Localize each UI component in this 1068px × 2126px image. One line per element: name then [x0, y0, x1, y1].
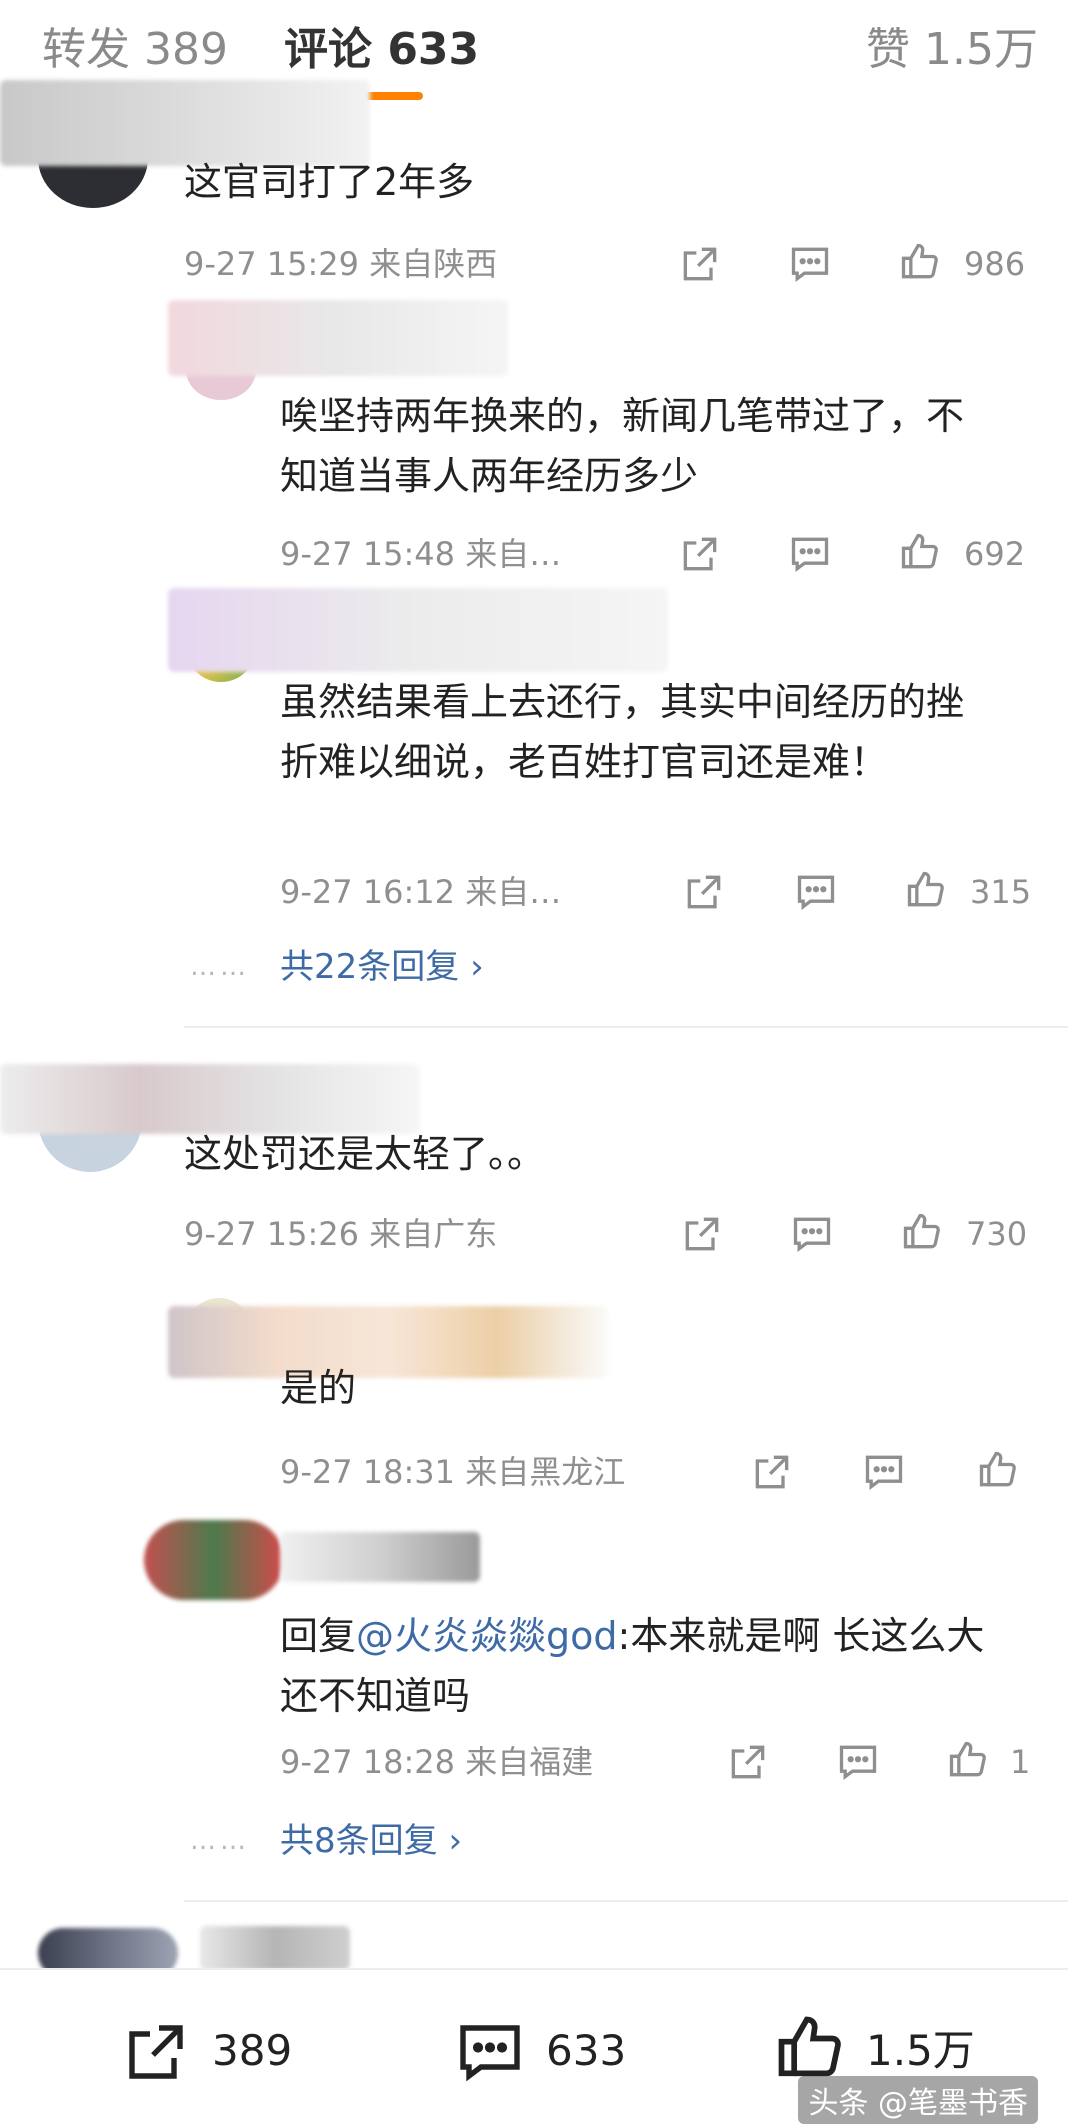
like-icon[interactable]	[904, 868, 948, 912]
like-icon[interactable]	[898, 240, 942, 284]
like-icon[interactable]	[898, 530, 942, 574]
more-dots: ……	[190, 952, 250, 982]
reply-text: 是的	[280, 1366, 357, 1410]
share-icon[interactable]	[682, 870, 726, 914]
like-count[interactable]: 1.5万	[866, 2026, 975, 2076]
comment-icon[interactable]	[790, 1212, 834, 1256]
watermark: 头条 @笔墨书香	[798, 2076, 1038, 2124]
tab-comment[interactable]: 评论 633	[284, 22, 479, 78]
blurred-username	[168, 300, 508, 376]
reply-meta: 9-27 18:28 来自福建	[280, 1743, 594, 1781]
repost-icon[interactable]	[120, 2016, 192, 2088]
comment-icon[interactable]	[788, 532, 832, 576]
reply-meta: 9-27 18:31 来自黑龙江	[280, 1453, 626, 1491]
share-icon[interactable]	[678, 532, 722, 576]
tab-like[interactable]: 赞 1.5万	[866, 22, 1038, 78]
comment-icon[interactable]	[794, 870, 838, 914]
share-icon[interactable]	[678, 242, 722, 286]
like-icon[interactable]	[946, 1738, 990, 1782]
like-icon[interactable]	[976, 1448, 1020, 1492]
comment-divider	[184, 1900, 1068, 1902]
reply-text: 唉坚持两年换来的，新闻几笔带过了，不知道当事人两年经历多少	[280, 394, 965, 498]
more-replies-link[interactable]: 共8条回复 ›	[280, 1820, 462, 1862]
comment-count[interactable]: 633	[546, 2026, 626, 2076]
share-icon[interactable]	[726, 1740, 770, 1784]
comment-text: 这处罚还是太轻了。。	[184, 1132, 546, 1176]
blurred-username	[200, 1926, 350, 1970]
comment-meta: 9-27 15:29 来自陕西	[184, 245, 498, 283]
like-count: 730	[966, 1215, 1028, 1253]
share-icon[interactable]	[680, 1212, 724, 1256]
comment-divider	[184, 1026, 1068, 1028]
like-count: 986	[964, 245, 1026, 283]
more-dots: ……	[190, 1826, 250, 1856]
comment-meta: 9-27 15:26 来自广东	[184, 1215, 498, 1253]
like-count: 692	[964, 535, 1026, 573]
active-tab-indicator	[363, 92, 423, 100]
repost-count[interactable]: 389	[212, 2026, 292, 2076]
like-icon[interactable]	[772, 2010, 848, 2086]
comment-text: 这官司打了2年多	[184, 160, 475, 204]
blurred-username	[168, 1306, 608, 1378]
comment-icon[interactable]	[862, 1450, 906, 1494]
avatar[interactable]	[144, 1520, 284, 1600]
blurred-username	[168, 588, 668, 672]
comment-icon[interactable]	[454, 2016, 526, 2088]
share-icon[interactable]	[750, 1450, 794, 1494]
more-replies-link[interactable]: 共22条回复 ›	[280, 946, 484, 988]
tab-repost[interactable]: 转发 389	[42, 22, 228, 78]
like-icon[interactable]	[900, 1210, 944, 1254]
comment-icon[interactable]	[788, 242, 832, 286]
reply-text: 回复@火炎焱燚god:本来就是啊 长这么大还不知道吗	[280, 1614, 985, 1718]
reply-text: 虽然结果看上去还行，其实中间经历的挫折难以细说，老百姓打官司还是难！	[280, 680, 965, 784]
reply-meta: 9-27 15:48 来自…	[280, 535, 562, 573]
like-count: 315	[970, 873, 1032, 911]
like-count: 1	[1010, 1743, 1031, 1781]
comment-icon[interactable]	[836, 1740, 880, 1784]
mention-link[interactable]: @火炎焱燚god	[356, 1614, 618, 1658]
blurred-username	[280, 1532, 480, 1582]
reply-meta: 9-27 16:12 来自…	[280, 873, 562, 911]
